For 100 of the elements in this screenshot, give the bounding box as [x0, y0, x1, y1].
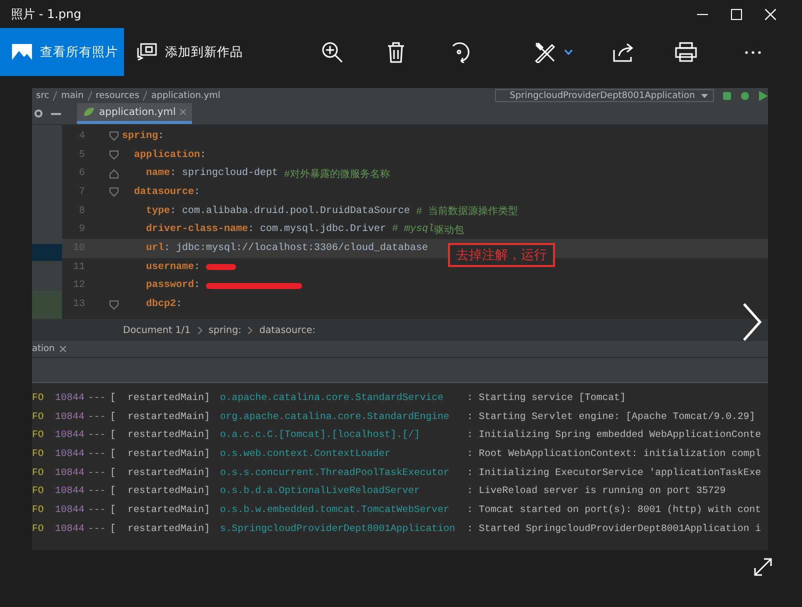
- toolbar-button[interactable]: 添加到新作品: [124, 28, 249, 76]
- thread-name: [ restartedMain]: [110, 410, 211, 422]
- fold-marker-icon[interactable]: [108, 150, 118, 160]
- path-item[interactable]: main: [61, 90, 84, 100]
- process-id: 10844: [55, 504, 86, 515]
- code-text: : jdbc:mysql://localhost:3306/cloud_database: [164, 242, 428, 254]
- log-separator: ---: [88, 448, 107, 459]
- share-icon[interactable]: [613, 42, 635, 62]
- slideshow-icon: [137, 43, 157, 61]
- logger-name: org.apache.catalina.core.StandardEngine: [220, 410, 450, 422]
- print-icon[interactable]: [675, 42, 697, 62]
- breadcrumb-item[interactable]: spring:: [208, 324, 242, 336]
- maximize-icon[interactable]: [731, 8, 742, 20]
- log-message: : LiveReload server is running on port 35729: [467, 485, 726, 496]
- log-message: : Started SpringcloudProviderDept8001Application i: [467, 522, 761, 534]
- logger-name: o.s.web.context.ContextLoader: [220, 448, 392, 459]
- tool-window-tab[interactable]: ation: [32, 344, 70, 354]
- logger-name: o.apache.catalina.core.StandardService: [220, 392, 444, 403]
- log-message: : Starting Servlet engine: [Apache Tomcat/9.0.29]: [467, 410, 756, 422]
- line-number: 13: [72, 299, 85, 310]
- log-level: FO: [32, 448, 45, 459]
- logger-name: o.s.b.w.embedded.tomcat.TomcatWebServer: [220, 504, 450, 515]
- line-number: 8: [78, 206, 85, 217]
- log-level: FO: [32, 466, 45, 478]
- code-text: : com.alibaba.druid.pool.DruidDataSource: [170, 206, 412, 217]
- log-separator: ---: [88, 466, 107, 478]
- caret-icon: [701, 94, 708, 98]
- photos-icon: [12, 44, 32, 60]
- pen-icon[interactable]: [534, 41, 556, 63]
- code-text: :: [200, 150, 206, 161]
- fold-marker-icon[interactable]: [108, 131, 118, 142]
- log-separator: ---: [88, 392, 107, 403]
- code-comment: # 当前数据源操作类型: [416, 204, 518, 218]
- separator-icon: [143, 90, 148, 100]
- process-id: 10844: [55, 410, 86, 422]
- yaml-key: url: [122, 242, 164, 254]
- logger-name: o.a.c.c.C.[Tomcat].[localhost].[/]: [220, 429, 421, 440]
- yaml-key: datasource: [122, 186, 194, 198]
- code-comment: mysql: [404, 224, 434, 236]
- separator-icon: [53, 90, 58, 100]
- run-config-dropdown[interactable]: SpringcloudProviderDept8001Application: [494, 89, 714, 102]
- path-item[interactable]: src: [36, 90, 50, 100]
- log-message: : Root WebApplicationContext: initialization compl: [467, 448, 761, 459]
- log-level: FO: [32, 392, 45, 403]
- yaml-key: driver-class-name: [122, 224, 248, 236]
- process-id: 10844: [55, 466, 86, 478]
- chevron-icon: [198, 326, 202, 334]
- process-id: 10844: [55, 522, 86, 534]
- delete-icon[interactable]: [387, 42, 405, 62]
- code-text: :: [194, 186, 200, 198]
- caret-icon[interactable]: [564, 49, 573, 55]
- code-comment: #: [392, 224, 400, 236]
- logger-name: o.s.s.concurrent.ThreadPoolTaskExecutor: [220, 466, 450, 478]
- line-number: 11: [72, 262, 85, 273]
- log-level: FO: [32, 429, 45, 440]
- line-number: 9: [78, 224, 85, 236]
- window-title: 照片 - 1.png: [11, 6, 82, 22]
- log-separator: ---: [88, 410, 107, 422]
- line-number: 12: [72, 280, 85, 292]
- fold-marker-icon[interactable]: [108, 187, 118, 198]
- log-separator: ---: [88, 504, 107, 515]
- path-item[interactable]: resources: [96, 90, 140, 100]
- breadcrumb-item[interactable]: Document 1/1: [123, 324, 191, 336]
- log-level: FO: [32, 485, 45, 496]
- thread-name: [ restartedMain]: [110, 429, 211, 440]
- path-item[interactable]: application.yml: [151, 90, 220, 100]
- fullscreen-icon[interactable]: [754, 558, 772, 576]
- log-separator: ---: [88, 522, 107, 534]
- log-level: FO: [32, 504, 45, 515]
- logger-name: s.SpringcloudProviderDept8001Application: [220, 522, 456, 534]
- yaml-key: password: [122, 280, 194, 292]
- log-message: : Tomcat started on port(s): 8001 (http) with cont: [467, 504, 761, 515]
- log-separator: ---: [88, 485, 107, 496]
- code-text: :: [176, 299, 182, 310]
- separator-icon: [88, 90, 92, 100]
- line-number: 4: [78, 130, 85, 142]
- yaml-key: type: [122, 206, 170, 217]
- zoom-in-icon[interactable]: [321, 41, 343, 63]
- log-message: : Initializing ExecutorService 'applicationTaskExe: [467, 466, 761, 478]
- fold-marker-icon[interactable]: [108, 168, 118, 179]
- breadcrumb-item[interactable]: datasource:: [259, 324, 316, 336]
- log-level: FO: [32, 410, 45, 422]
- toolbar-button[interactable]: 查看所有照片: [0, 28, 124, 76]
- thread-name: [ restartedMain]: [110, 392, 211, 403]
- settings-icon[interactable]: [34, 109, 43, 118]
- line-number: 5: [78, 150, 85, 161]
- yaml-key: application: [122, 150, 200, 161]
- code-text: :: [158, 130, 164, 142]
- yaml-key: name: [122, 168, 170, 180]
- yaml-key: dbcp2: [122, 299, 176, 310]
- line-number: 6: [78, 168, 85, 180]
- more-icon[interactable]: [745, 50, 761, 54]
- thread-name: [ restartedMain]: [110, 485, 211, 496]
- process-id: 10844: [55, 429, 86, 440]
- log-separator: ---: [88, 429, 107, 440]
- chevron-icon: [248, 326, 252, 334]
- code-text: :: [194, 262, 202, 273]
- run-icon[interactable]: [758, 90, 768, 100]
- editor-tab[interactable]: application.yml: [77, 103, 192, 124]
- fold-marker-icon[interactable]: [108, 300, 118, 310]
